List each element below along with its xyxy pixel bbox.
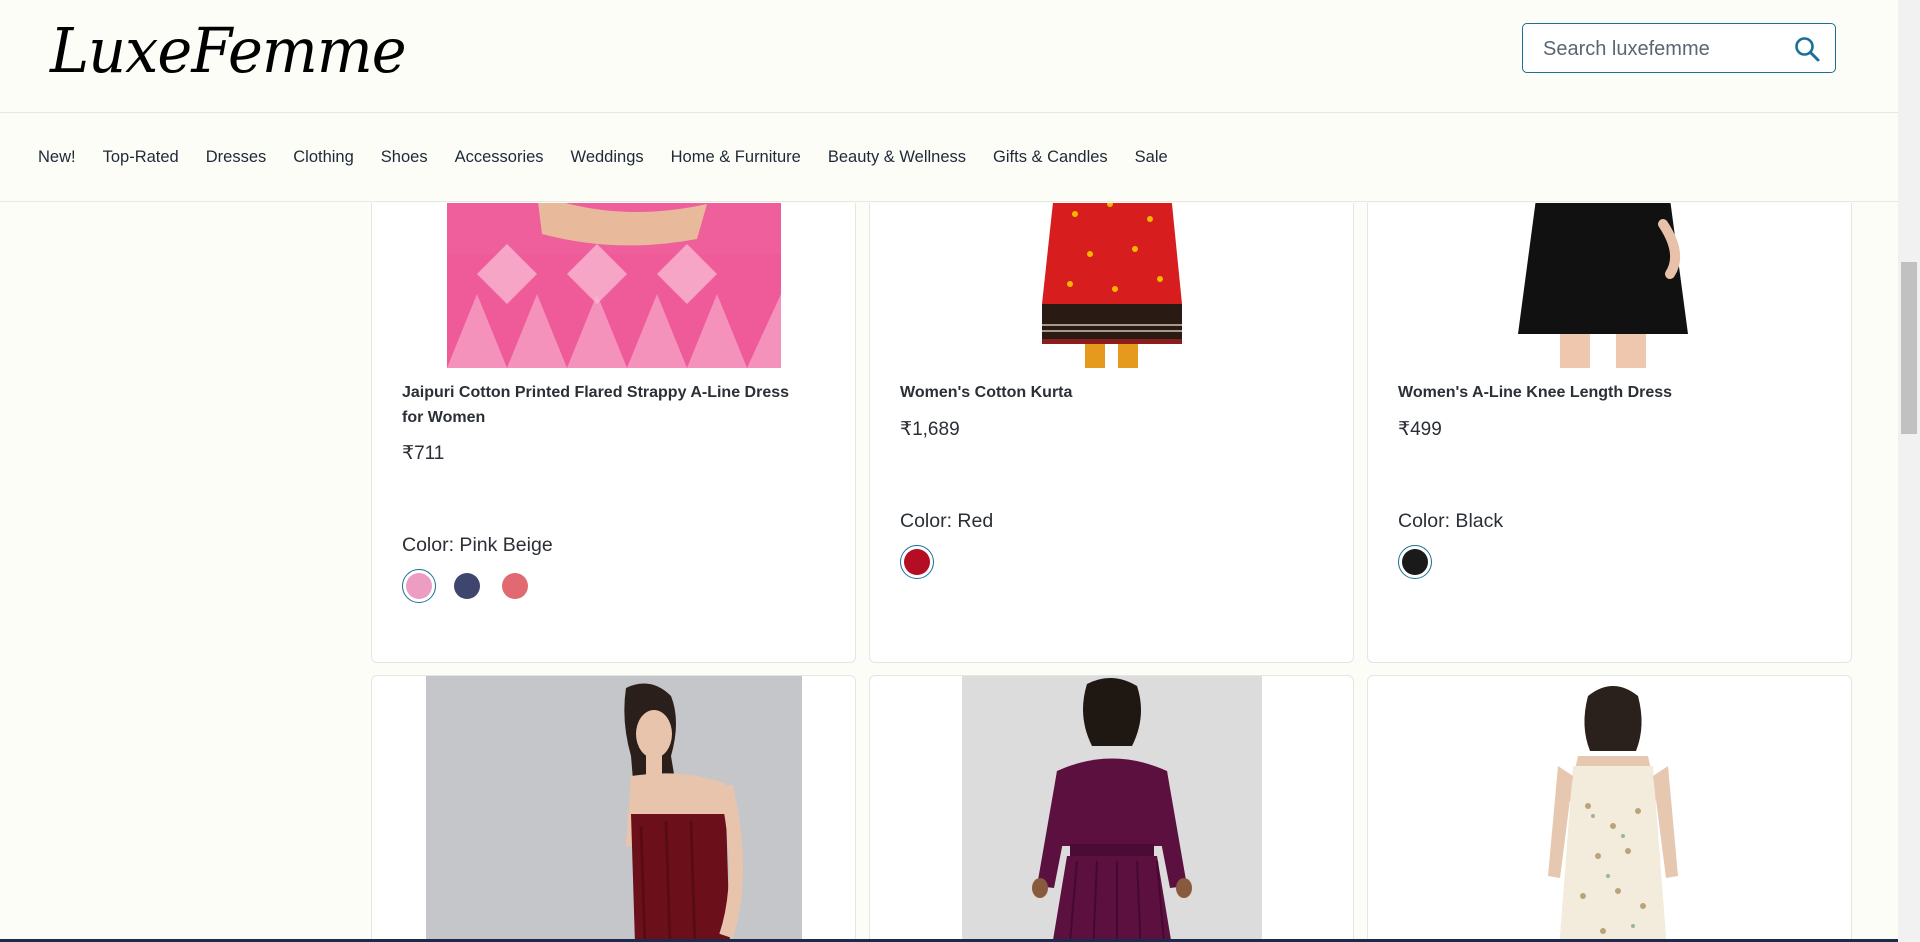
product-card[interactable]: Jaipuri Cotton Printed Flared Strappy A-…: [371, 203, 856, 663]
nav-item-accessories[interactable]: Accessories: [455, 148, 544, 167]
color-swatches: [402, 569, 532, 603]
nav-item-gifts-candles[interactable]: Gifts & Candles: [993, 148, 1108, 167]
color-swatches: [900, 545, 934, 579]
swatch-dot: [454, 573, 480, 599]
brand-logo[interactable]: LuxeFemme: [50, 16, 407, 86]
color-swatch[interactable]: [900, 545, 934, 579]
product-title[interactable]: Women's Cotton Kurta: [900, 380, 1300, 405]
product-image[interactable]: [962, 676, 1262, 942]
color-label: Color: Pink Beige: [402, 534, 553, 556]
swatch-dot: [406, 573, 432, 599]
product-card[interactable]: Women's A-Line Knee Length Dress ₹499 Co…: [1367, 203, 1852, 663]
nav-item-shoes[interactable]: Shoes: [381, 148, 428, 167]
swatch-dot: [1402, 549, 1428, 575]
search-input[interactable]: [1541, 35, 1785, 63]
nav-item-new[interactable]: New!: [38, 148, 76, 167]
color-label: Color: Black: [1398, 510, 1504, 532]
product-image[interactable]: [1488, 203, 1738, 368]
product-title[interactable]: Jaipuri Cotton Printed Flared Strappy A-…: [402, 380, 802, 430]
color-label: Color: Red: [900, 510, 994, 532]
nav-item-top-rated[interactable]: Top-Rated: [103, 148, 179, 167]
product-card[interactable]: [869, 675, 1354, 942]
color-swatch[interactable]: [402, 569, 436, 603]
product-image[interactable]: [447, 203, 781, 368]
product-card[interactable]: Women's Cotton Kurta ₹1,689 Color: Red: [869, 203, 1354, 663]
product-price: ₹711: [402, 443, 445, 464]
nav-item-dresses[interactable]: Dresses: [206, 148, 267, 167]
product-title[interactable]: Women's A-Line Knee Length Dress: [1398, 380, 1798, 405]
nav-item-beauty-wellness[interactable]: Beauty & Wellness: [828, 148, 966, 167]
page-scrollbar[interactable]: [1898, 0, 1920, 942]
product-card[interactable]: [1367, 675, 1852, 942]
nav-item-home-furniture[interactable]: Home & Furniture: [671, 148, 801, 167]
color-swatch[interactable]: [450, 569, 484, 603]
product-image[interactable]: [426, 676, 802, 942]
product-grid: Jaipuri Cotton Printed Flared Strappy A-…: [0, 203, 1898, 942]
product-card[interactable]: [371, 675, 856, 942]
scrollbar-thumb[interactable]: [1901, 262, 1917, 434]
color-swatch[interactable]: [498, 569, 532, 603]
swatch-dot: [502, 573, 528, 599]
site-header: LuxeFemme: [0, 0, 1898, 113]
main-nav: New! Top-Rated Dresses Clothing Shoes Ac…: [0, 113, 1898, 202]
search-box[interactable]: [1522, 23, 1836, 73]
nav-item-weddings[interactable]: Weddings: [571, 148, 644, 167]
product-image[interactable]: [1518, 676, 1708, 942]
product-price: ₹1,689: [900, 419, 960, 440]
swatch-dot: [904, 549, 930, 575]
product-price: ₹499: [1398, 419, 1442, 440]
product-image[interactable]: [1000, 203, 1225, 368]
nav-item-clothing[interactable]: Clothing: [293, 148, 354, 167]
color-swatches: [1398, 545, 1432, 579]
search-icon[interactable]: [1793, 35, 1821, 63]
nav-item-sale[interactable]: Sale: [1135, 148, 1168, 167]
color-swatch[interactable]: [1398, 545, 1432, 579]
